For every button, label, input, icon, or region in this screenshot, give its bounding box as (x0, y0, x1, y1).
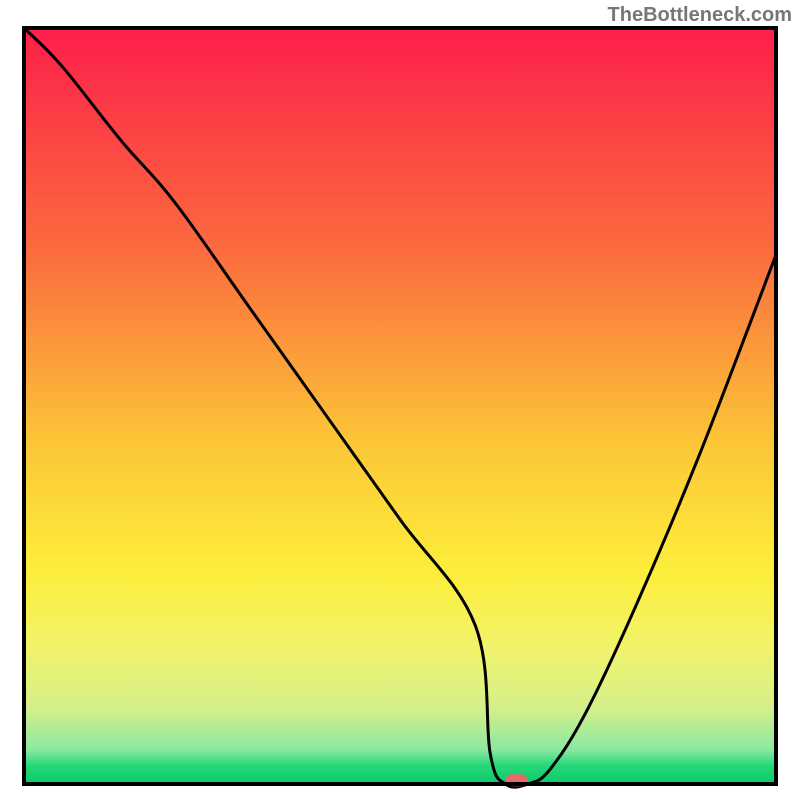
plot-background (24, 28, 776, 784)
chart-container: TheBottleneck.com (0, 0, 800, 800)
bottleneck-chart (0, 0, 800, 800)
watermark-label: TheBottleneck.com (608, 4, 792, 27)
